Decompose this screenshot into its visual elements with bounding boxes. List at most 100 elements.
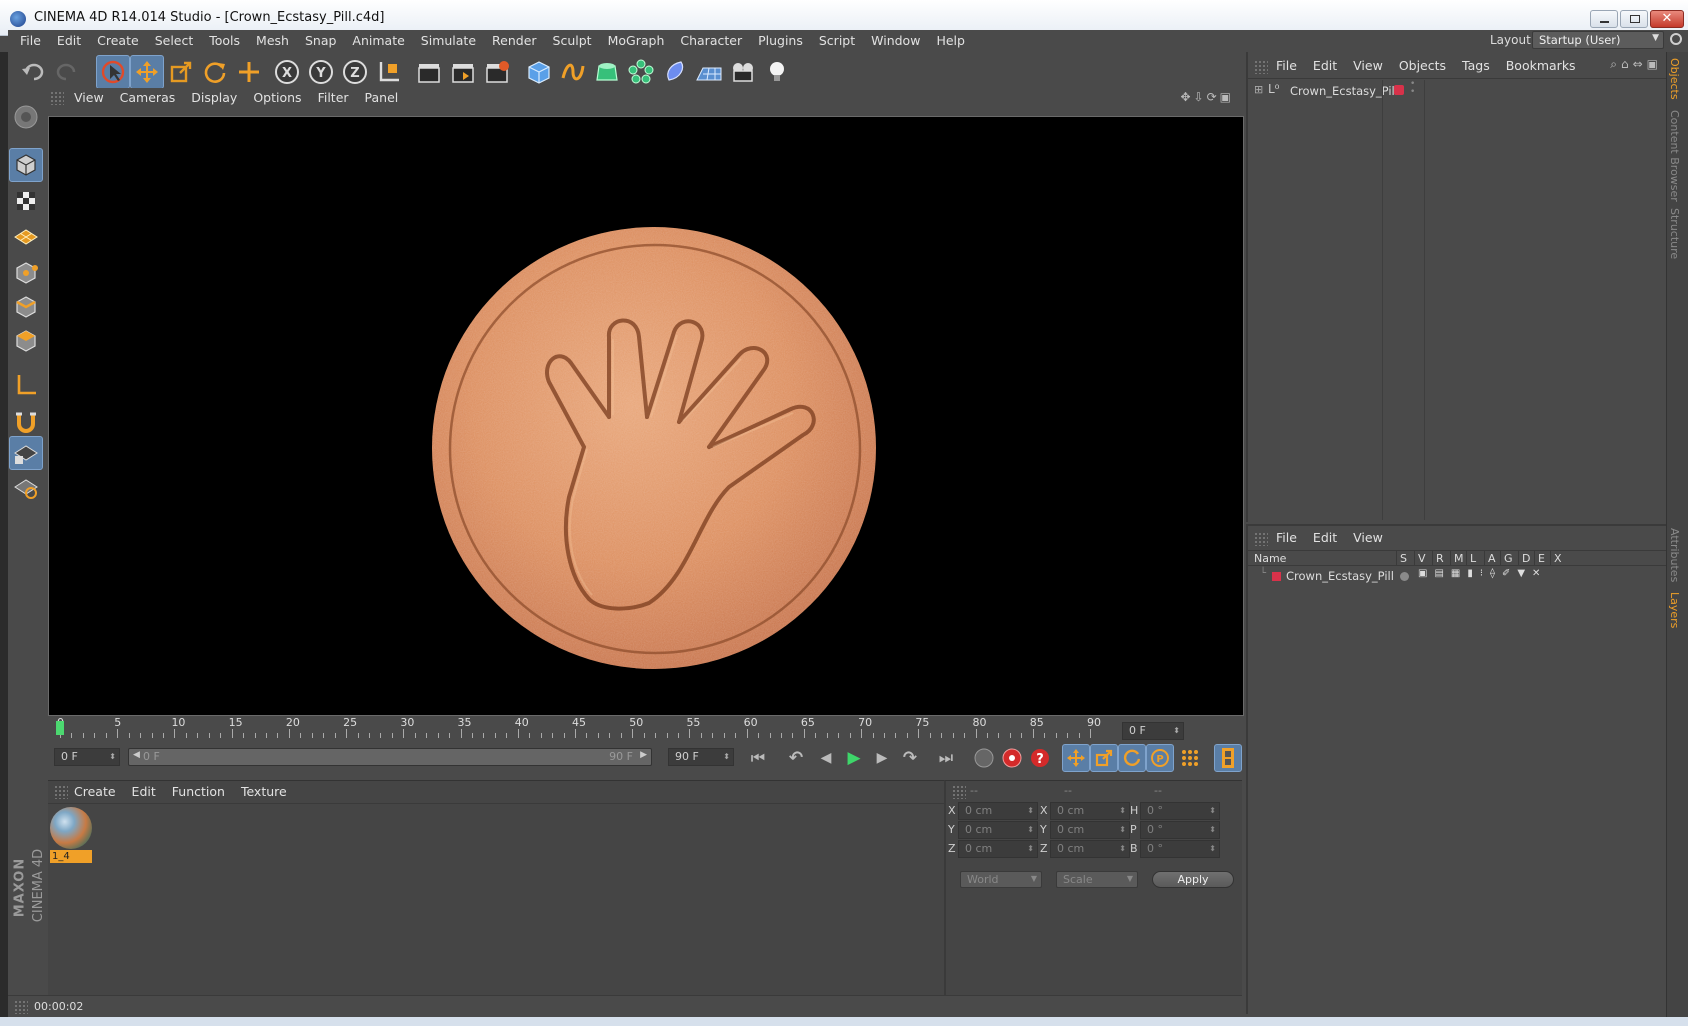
workplane-mode-button[interactable]: [9, 220, 43, 254]
panel-grip[interactable]: [1254, 532, 1268, 546]
material-menu-texture[interactable]: Texture: [233, 782, 295, 802]
coord-value-field[interactable]: 0 cm ⬍: [1050, 840, 1130, 858]
record-keys-button[interactable]: [970, 744, 998, 772]
object-layer-color[interactable]: [1394, 85, 1404, 95]
layer-row[interactable]: └ Crown_Ecstasy_Pill ▣▤▦▮⁝⟠✐▼✕: [1252, 568, 1666, 586]
make-editable-button[interactable]: [9, 100, 43, 134]
transform-tool-button[interactable]: [232, 55, 266, 89]
layer-column-x[interactable]: X: [1554, 552, 1562, 565]
add-deformer-button[interactable]: [658, 55, 692, 89]
add-scene-button[interactable]: [692, 55, 726, 89]
render-settings-button[interactable]: [480, 55, 514, 89]
go-to-start-button[interactable]: ⏮: [744, 744, 772, 772]
layer-column-name[interactable]: Name: [1254, 552, 1286, 565]
size-mode-select[interactable]: Scale ▼: [1056, 871, 1138, 888]
object-manager-tools[interactable]: ⌕⌂⇔▣: [1610, 57, 1662, 72]
coord-value-field[interactable]: 0 cm ⬍: [1050, 821, 1130, 839]
object-menu-objects[interactable]: Objects: [1391, 56, 1454, 76]
menu-render[interactable]: Render: [484, 31, 545, 51]
coord-value-field[interactable]: 0 cm ⬍: [958, 821, 1038, 839]
menu-script[interactable]: Script: [811, 31, 863, 51]
viewport-menu-options[interactable]: Options: [245, 88, 309, 108]
edges-mode-button[interactable]: [9, 290, 43, 324]
tab-attributes[interactable]: Attributes: [1668, 528, 1681, 582]
apply-button[interactable]: Apply: [1152, 871, 1234, 888]
z-axis-lock-button[interactable]: Z: [338, 55, 372, 89]
panel-grip[interactable]: [952, 785, 966, 799]
menu-tools[interactable]: Tools: [201, 31, 248, 51]
visibility-dots-icon[interactable]: • •: [1410, 80, 1415, 97]
tab-layers[interactable]: Layers: [1668, 592, 1681, 628]
polygons-mode-button[interactable]: [9, 324, 43, 358]
material-menu-function[interactable]: Function: [164, 782, 233, 802]
menu-character[interactable]: Character: [672, 31, 750, 51]
record-scale-button[interactable]: [1090, 744, 1118, 772]
end-frame-field[interactable]: 90 F ⬍: [668, 748, 734, 766]
object-menu-tags[interactable]: Tags: [1454, 56, 1498, 76]
snap-button[interactable]: [9, 436, 43, 470]
viewport[interactable]: [48, 116, 1244, 716]
model-mode-button[interactable]: [9, 148, 43, 182]
menu-file[interactable]: File: [12, 31, 49, 51]
play-button[interactable]: ▶: [840, 744, 868, 772]
layer-menu-view[interactable]: View: [1345, 528, 1391, 548]
coord-value-field[interactable]: 0 ° ⬍: [1140, 840, 1220, 858]
coord-value-field[interactable]: 0 ° ⬍: [1140, 821, 1220, 839]
next-frame-button[interactable]: ▶: [868, 744, 896, 772]
layer-solo-icon[interactable]: [1400, 572, 1409, 581]
tweak-mode-button[interactable]: [9, 406, 43, 440]
coord-value-field[interactable]: 0 cm ⬍: [958, 802, 1038, 820]
timeline-ruler[interactable]: 051015202530354045505560657075808590: [48, 716, 1118, 741]
layer-column-g[interactable]: G: [1504, 552, 1513, 565]
expand-icon[interactable]: ⊞: [1254, 83, 1263, 96]
menu-mograph[interactable]: MoGraph: [600, 31, 673, 51]
layer-color[interactable]: [1272, 572, 1281, 581]
menu-mesh[interactable]: Mesh: [248, 31, 297, 51]
layer-menu-file[interactable]: File: [1268, 528, 1305, 548]
layer-column-v[interactable]: V: [1418, 552, 1426, 565]
render-view-button[interactable]: [412, 55, 446, 89]
menu-edit[interactable]: Edit: [49, 31, 89, 51]
move-tool-button[interactable]: [130, 55, 164, 89]
object-menu-edit[interactable]: Edit: [1305, 56, 1345, 76]
rotate-tool-button[interactable]: [198, 55, 232, 89]
menu-snap[interactable]: Snap: [297, 31, 344, 51]
next-key-button[interactable]: ↷: [896, 744, 924, 772]
viewport-menu-cameras[interactable]: Cameras: [112, 88, 184, 108]
layer-column-e[interactable]: E: [1538, 552, 1545, 565]
start-frame-field[interactable]: 0 F ⬍: [54, 748, 120, 766]
add-spline-button[interactable]: [556, 55, 590, 89]
coordinate-system-button[interactable]: [372, 55, 406, 89]
material-menu-create[interactable]: Create: [66, 782, 124, 802]
layer-column-d[interactable]: D: [1522, 552, 1530, 565]
layer-column-r[interactable]: R: [1436, 552, 1444, 565]
grid-snap-button[interactable]: [9, 470, 43, 504]
layer-column-s[interactable]: S: [1400, 552, 1407, 565]
live-selection-button[interactable]: [96, 55, 130, 89]
viewport-menu-panel[interactable]: Panel: [357, 88, 407, 108]
viewport-menu-view[interactable]: View: [66, 88, 112, 108]
menu-plugins[interactable]: Plugins: [750, 31, 811, 51]
tab-objects[interactable]: Objects: [1668, 58, 1681, 100]
menu-simulate[interactable]: Simulate: [413, 31, 484, 51]
scale-tool-button[interactable]: [164, 55, 198, 89]
texture-mode-button[interactable]: [9, 184, 43, 218]
panel-grip[interactable]: [50, 91, 64, 105]
autokey-button[interactable]: [998, 744, 1026, 772]
record-point-level-button[interactable]: [1176, 744, 1204, 772]
timeline-button[interactable]: [1214, 744, 1242, 772]
viewport-nav-icons[interactable]: ✥⇩⟳▣: [1180, 90, 1234, 104]
viewport-menu-display[interactable]: Display: [183, 88, 245, 108]
minimize-button[interactable]: [1590, 10, 1618, 28]
previous-key-button[interactable]: ↶: [782, 744, 810, 772]
current-frame-field[interactable]: 0 F ⬍: [1122, 722, 1184, 740]
menu-window[interactable]: Window: [863, 31, 928, 51]
coordinate-mode-select[interactable]: World ▼: [960, 871, 1042, 888]
add-light-button[interactable]: [760, 55, 794, 89]
menu-animate[interactable]: Animate: [344, 31, 412, 51]
viewport-menu-filter[interactable]: Filter: [310, 88, 357, 108]
menu-select[interactable]: Select: [147, 31, 202, 51]
y-axis-lock-button[interactable]: Y: [304, 55, 338, 89]
previous-frame-button[interactable]: ◀: [812, 744, 840, 772]
x-axis-lock-button[interactable]: X: [270, 55, 304, 89]
